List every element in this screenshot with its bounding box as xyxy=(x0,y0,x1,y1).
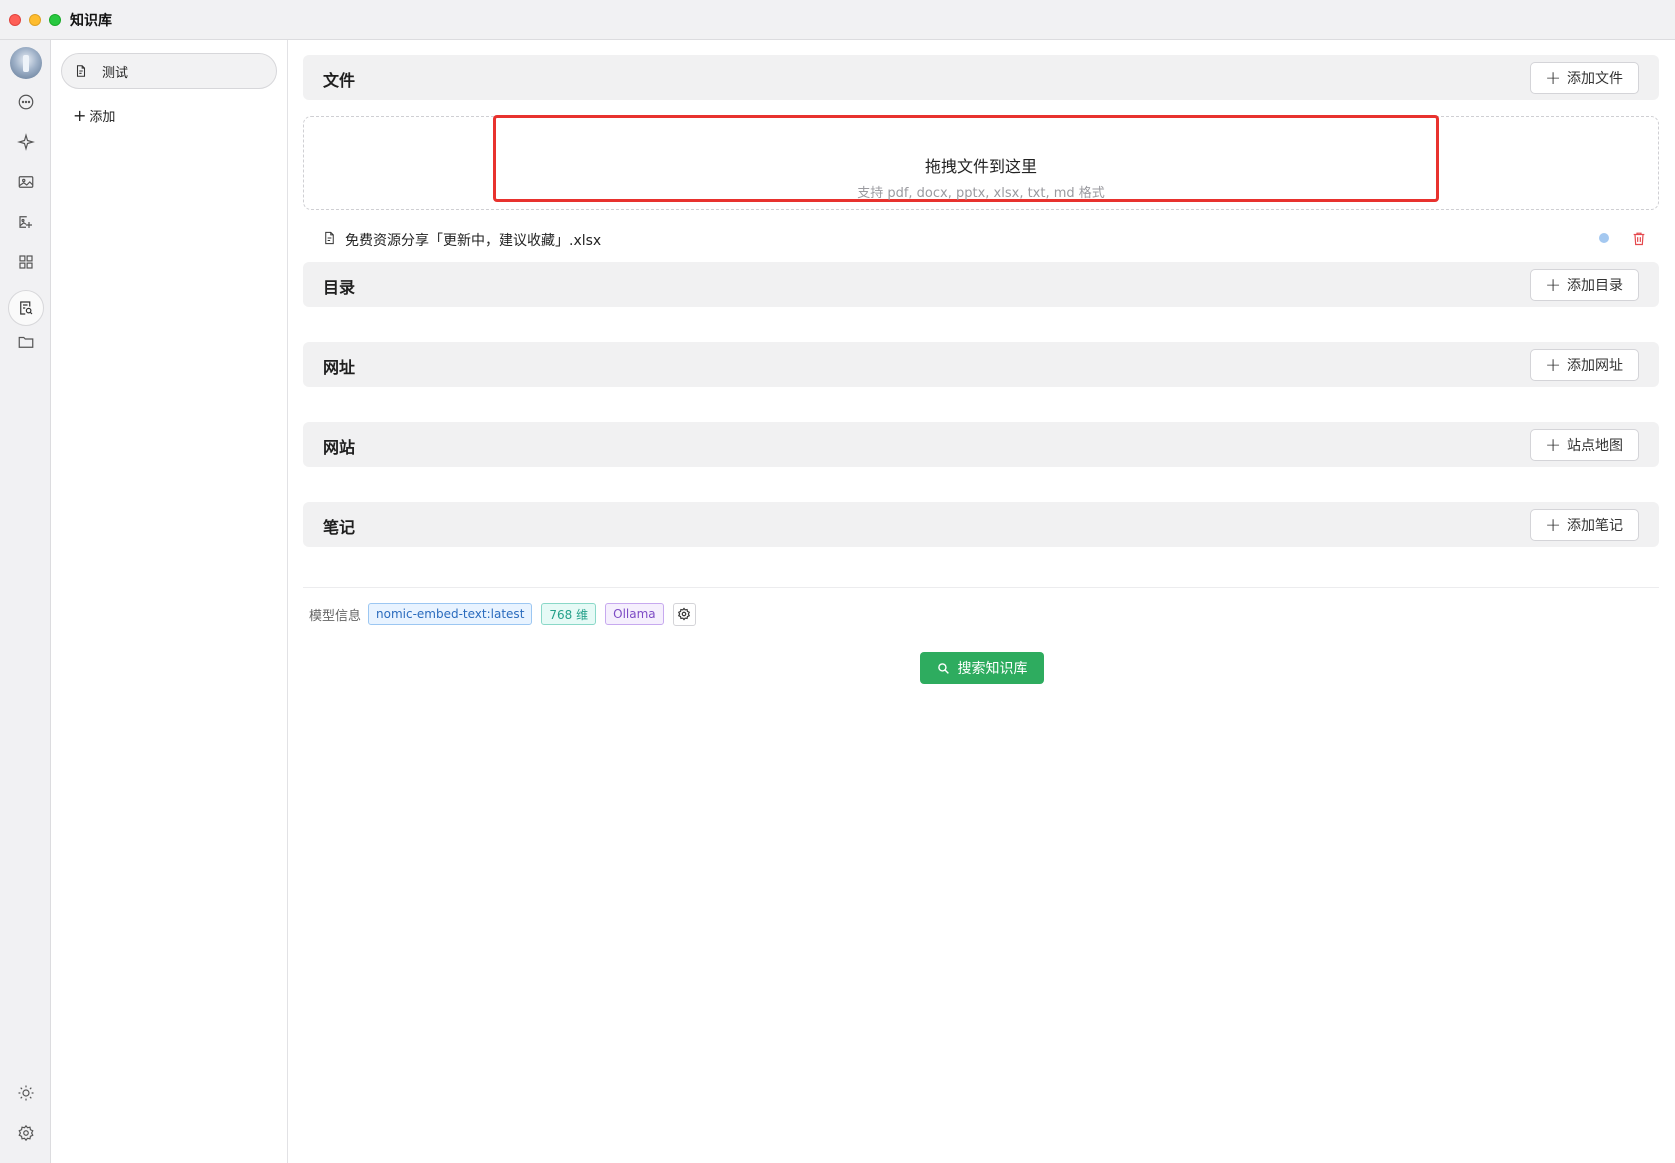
kb-item-test[interactable]: 测试 xyxy=(61,53,277,89)
directory-section-header: 目录 + 添加目录 xyxy=(303,262,1659,307)
dropzone-title: 拖拽文件到这里 xyxy=(924,157,1037,176)
window-title: 知识库 xyxy=(70,13,112,29)
chat-icon[interactable] xyxy=(12,88,40,116)
plus-icon: + xyxy=(1545,66,1561,89)
icon-rail xyxy=(0,40,51,1163)
knowledge-base-icon[interactable] xyxy=(8,290,44,326)
notes-section-title: 笔记 xyxy=(323,518,356,537)
provider-tag: Ollama xyxy=(605,603,664,625)
kb-item-label: 测试 xyxy=(102,65,129,81)
add-note-button[interactable]: + 添加笔记 xyxy=(1530,509,1639,541)
file-dropzone[interactable]: 拖拽文件到这里 支持 pdf, docx, pptx, xlsx, txt, m… xyxy=(303,115,1659,210)
sun-icon[interactable] xyxy=(12,1079,40,1107)
gear-icon xyxy=(678,607,691,621)
title-bar: 知识库 xyxy=(0,0,1675,40)
search-icon xyxy=(937,662,949,674)
files-section-header: 文件 + 添加文件 xyxy=(303,55,1659,100)
website-section-title: 网站 xyxy=(323,438,356,457)
plus-icon: + xyxy=(73,105,87,125)
notes-section-header: 笔记 + 添加笔记 xyxy=(303,502,1659,547)
close-window-button[interactable] xyxy=(9,14,21,26)
minimize-window-button[interactable] xyxy=(29,14,41,26)
sitemap-label: 站点地图 xyxy=(1567,438,1623,454)
file-list-item[interactable]: 免费资源分享「更新中，建议收藏」.xlsx xyxy=(303,222,1659,254)
folder-icon[interactable] xyxy=(12,328,40,356)
file-status-dot xyxy=(1599,233,1609,243)
sitemap-button[interactable]: + 站点地图 xyxy=(1530,429,1639,461)
model-info-row: 模型信息 nomic-embed-text:latest 768 维 Ollam… xyxy=(309,602,696,626)
divider xyxy=(303,587,1659,588)
url-section-title: 网址 xyxy=(323,358,356,377)
dropzone-subtitle: 支持 pdf, docx, pptx, xlsx, txt, md 格式 xyxy=(857,186,1105,201)
delete-icon[interactable] xyxy=(1631,230,1647,247)
add-note-label: 添加笔记 xyxy=(1567,518,1623,534)
plus-icon: + xyxy=(1545,273,1561,296)
avatar[interactable] xyxy=(10,47,42,79)
add-url-label: 添加网址 xyxy=(1567,358,1623,374)
image-icon[interactable] xyxy=(12,168,40,196)
settings-icon[interactable] xyxy=(12,1119,40,1147)
search-button-label: 搜索知识库 xyxy=(957,661,1028,677)
add-file-button[interactable]: + 添加文件 xyxy=(1530,62,1639,94)
model-settings-button[interactable] xyxy=(672,602,696,626)
search-knowledge-base-button[interactable]: 搜索知识库 xyxy=(920,652,1044,684)
plus-icon: + xyxy=(1545,433,1561,456)
file-icon xyxy=(325,231,334,245)
file-name: 免费资源分享「更新中，建议收藏」.xlsx xyxy=(345,233,602,249)
url-section-header: 网址 + 添加网址 xyxy=(303,342,1659,387)
add-directory-button[interactable]: + 添加目录 xyxy=(1530,269,1639,301)
add-url-button[interactable]: + 添加网址 xyxy=(1530,349,1639,381)
plus-icon: + xyxy=(1545,353,1561,376)
add-directory-label: 添加目录 xyxy=(1567,278,1623,294)
zoom-window-button[interactable] xyxy=(49,14,61,26)
model-name-tag: nomic-embed-text:latest xyxy=(368,603,533,625)
add-kb-button[interactable]: + 添加 xyxy=(73,106,115,125)
image-edit-icon[interactable] xyxy=(12,208,40,236)
plus-icon: + xyxy=(1545,513,1561,536)
model-info-label: 模型信息 xyxy=(309,608,362,624)
apps-grid-icon[interactable] xyxy=(12,248,40,276)
main-panel: 文件 + 添加文件 拖拽文件到这里 支持 pdf, docx, pptx, xl… xyxy=(288,40,1675,1163)
knowledge-base-list: 测试 + 添加 xyxy=(51,40,288,1163)
sparkle-icon[interactable] xyxy=(12,128,40,156)
directory-section-title: 目录 xyxy=(323,278,356,297)
document-icon xyxy=(76,65,86,77)
website-section-header: 网站 + 站点地图 xyxy=(303,422,1659,467)
add-kb-label: 添加 xyxy=(89,110,116,125)
dimensions-tag: 768 维 xyxy=(541,603,597,625)
add-file-label: 添加文件 xyxy=(1567,71,1623,87)
files-section-title: 文件 xyxy=(323,71,356,90)
